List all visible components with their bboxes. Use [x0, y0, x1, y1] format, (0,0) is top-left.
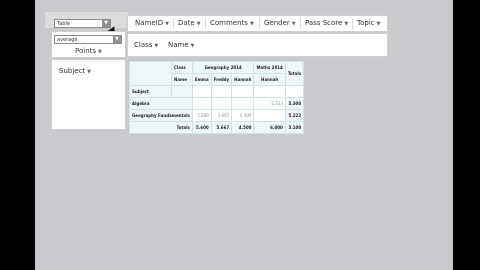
- chevron-down-icon[interactable]: ▼: [113, 36, 121, 43]
- chevron-down-icon[interactable]: ▼: [197, 21, 201, 27]
- field-label: Pass Score: [305, 19, 343, 27]
- aggregator-select-value: average: [57, 37, 78, 43]
- row-axis-label: Subject: [129, 85, 172, 98]
- column-header-class: Geography 2014: [191, 61, 255, 74]
- grand-total: 5.100: [284, 121, 305, 134]
- table-row: Totals 5.600 5.667 4.500 6.000 5.100: [129, 121, 305, 134]
- empty-cell: [210, 85, 233, 98]
- column-header-totals: Totals: [284, 61, 305, 86]
- table-cell: 4.500: [231, 109, 255, 122]
- row-total: 5.222: [284, 109, 305, 122]
- field-separator: [259, 18, 260, 29]
- columns-panel: [127, 33, 388, 57]
- renderer-select[interactable]: Table ▼: [54, 19, 111, 28]
- field-topic[interactable]: Topic ▼: [357, 19, 380, 27]
- field-label: NameID: [135, 19, 164, 27]
- field-gender[interactable]: Gender ▼: [264, 19, 296, 27]
- field-label: Topic: [357, 19, 375, 27]
- corner-label-name: Name: [171, 73, 193, 86]
- chevron-down-icon[interactable]: ▼: [154, 43, 158, 49]
- totals-row-label: Totals: [129, 121, 193, 134]
- row-field-subject[interactable]: Subject ▼: [59, 67, 91, 75]
- row-field-label: Subject: [59, 67, 86, 75]
- empty-cell: [191, 85, 212, 98]
- row-total: 5.300: [284, 97, 305, 110]
- empty-cell: [231, 85, 255, 98]
- field-separator: [173, 18, 174, 29]
- column-header-name: Freddy: [210, 73, 233, 86]
- chevron-down-icon[interactable]: ▼: [292, 21, 296, 27]
- value-field-points[interactable]: Points ▼: [75, 47, 102, 55]
- table-cell: [191, 97, 212, 110]
- row-header: Geography Fundamentals: [129, 109, 193, 122]
- column-header-name: Hannah: [231, 73, 255, 86]
- corner-label-class: Class: [171, 61, 193, 74]
- chevron-down-icon[interactable]: ▼: [165, 21, 169, 27]
- aggregator-select[interactable]: average ▼: [54, 35, 122, 44]
- table-cell: [253, 109, 286, 122]
- field-label: Gender: [264, 19, 290, 27]
- field-label: Name: [168, 41, 189, 49]
- table-cell: [210, 97, 233, 110]
- table-row: Geography Fundamentals 5.500 5.667 4.500…: [129, 109, 305, 122]
- chevron-down-icon[interactable]: ▼: [87, 69, 91, 75]
- pivot-table: Class Geography 2014 Maths 2014 Totals N…: [129, 61, 305, 134]
- field-separator: [352, 18, 353, 29]
- column-total: 5.600: [191, 121, 212, 134]
- table-cell: 5.667: [210, 109, 233, 122]
- chevron-down-icon[interactable]: ▼: [344, 21, 348, 27]
- field-label: Date: [178, 19, 195, 27]
- chevron-down-icon[interactable]: ▼: [98, 49, 102, 55]
- column-header-name: Hannah: [253, 73, 286, 86]
- table-row: Algebra 5.333 5.300: [129, 97, 305, 110]
- column-header-class: Maths 2014: [253, 61, 286, 74]
- column-total: 6.000: [253, 121, 286, 134]
- field-separator: [205, 18, 206, 29]
- field-date[interactable]: Date ▼: [178, 19, 201, 27]
- table-row: Class Geography 2014 Maths 2014 Totals: [129, 61, 305, 86]
- field-separator: [300, 18, 301, 29]
- chevron-down-icon[interactable]: ▼: [191, 43, 195, 49]
- table-row: Subject: [129, 85, 305, 98]
- chevron-down-icon[interactable]: ▼: [250, 21, 254, 27]
- chevron-down-icon[interactable]: ▼: [102, 20, 110, 27]
- table-cell: 5.500: [191, 109, 212, 122]
- column-total: 4.500: [231, 121, 255, 134]
- field-pass-score[interactable]: Pass Score ▼: [305, 19, 348, 27]
- column-total: 5.667: [210, 121, 233, 134]
- field-label: Comments: [210, 19, 248, 27]
- table-cell: [231, 97, 255, 110]
- chevron-down-icon[interactable]: ▼: [377, 21, 381, 27]
- column-header-name: Emma: [191, 73, 212, 86]
- table-cell: 5.333: [253, 97, 286, 110]
- column-field-class[interactable]: Class ▼: [134, 41, 158, 49]
- field-nameid[interactable]: NameID ▼: [135, 19, 169, 27]
- empty-cell: [253, 85, 286, 98]
- column-field-name[interactable]: Name ▼: [168, 41, 195, 49]
- field-label: Class: [134, 41, 153, 49]
- empty-cell: [284, 85, 305, 98]
- spacer-cell: [171, 85, 193, 98]
- renderer-select-value: Table: [57, 21, 70, 27]
- row-header: Algebra: [129, 97, 193, 110]
- corner-cell: [129, 61, 172, 86]
- field-comments[interactable]: Comments ▼: [210, 19, 254, 27]
- value-field-label: Points: [75, 47, 97, 55]
